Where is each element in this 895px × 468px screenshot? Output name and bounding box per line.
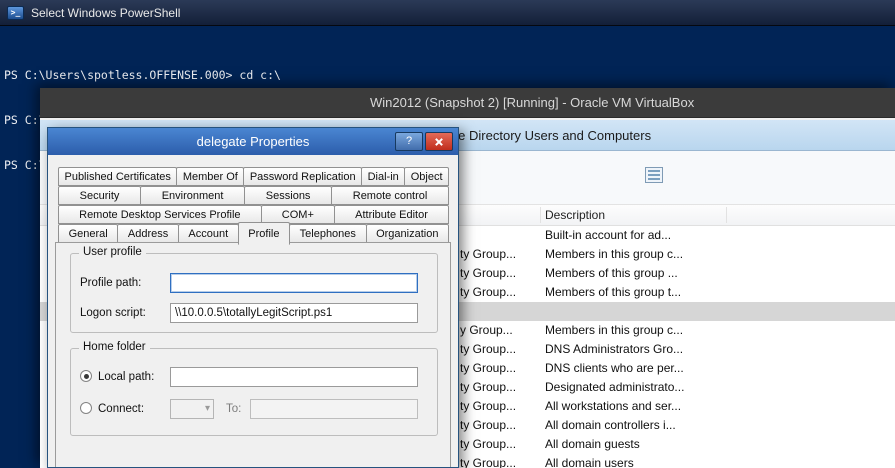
cell-description: Designated administrato...	[545, 380, 684, 394]
tab-address[interactable]: Address	[117, 224, 179, 243]
delegate-properties-dialog: delegate Properties ? Published Certific…	[47, 127, 459, 468]
cell-description: All domain controllers i...	[545, 418, 676, 432]
tab-dial-in[interactable]: Dial-in	[361, 167, 405, 186]
tab-sessions[interactable]: Sessions	[244, 186, 332, 205]
cell-type: ty Group...	[460, 399, 516, 413]
close-button[interactable]	[425, 132, 453, 151]
cell-description: All domain users	[545, 456, 634, 468]
profile-path-label: Profile path:	[80, 277, 141, 289]
tab-remote-desktop-services-profile[interactable]: Remote Desktop Services Profile	[58, 205, 262, 224]
local-path-input[interactable]	[170, 367, 418, 387]
console-line: PS C:\Users\spotless.OFFENSE.000> cd c:\	[4, 68, 895, 83]
help-button[interactable]: ?	[395, 132, 423, 151]
tab-profile[interactable]: Profile	[238, 222, 290, 245]
logon-script-label: Logon script:	[80, 307, 146, 319]
to-label: To:	[226, 403, 241, 415]
tab-remote-control[interactable]: Remote control	[331, 186, 449, 205]
home-folder-group: Home folder Local path: Connect: ▾ To:	[70, 348, 438, 436]
tab-environment[interactable]: Environment	[140, 186, 245, 205]
tab-password-replication[interactable]: Password Replication	[243, 167, 362, 186]
cell-type: ty Group...	[460, 456, 516, 468]
desktop: >_ Select Windows PowerShell PS C:\Users…	[0, 0, 895, 468]
cell-description: Members of this group t...	[545, 285, 681, 299]
column-divider	[726, 207, 727, 223]
user-profile-group-label: User profile	[79, 246, 146, 258]
home-folder-group-label: Home folder	[79, 341, 150, 353]
profile-path-input[interactable]	[170, 273, 418, 293]
user-profile-group: User profile Profile path: Logon script:	[70, 253, 438, 333]
profile-tab-panel: User profile Profile path: Logon script:…	[55, 242, 451, 467]
cell-type: ty Group...	[460, 418, 516, 432]
cell-type: ty Group...	[460, 437, 516, 451]
cell-type: ty Group...	[460, 380, 516, 394]
cell-description: Members in this group c...	[545, 323, 683, 337]
tab-object[interactable]: Object	[404, 167, 449, 186]
tab-published-certificates[interactable]: Published Certificates	[58, 167, 177, 186]
aduc-window-title: Active Directory Users and Computers	[430, 128, 651, 143]
list-view-icon[interactable]	[645, 167, 663, 183]
powershell-icon: >_	[7, 6, 24, 20]
connect-radio[interactable]	[80, 402, 92, 414]
tab-organization[interactable]: Organization	[366, 224, 450, 243]
chevron-down-icon: ▾	[205, 403, 210, 414]
connect-label: Connect:	[98, 403, 144, 415]
tab-security[interactable]: Security	[58, 186, 141, 205]
cell-description: All workstations and ser...	[545, 399, 681, 413]
local-path-radio[interactable]	[80, 370, 92, 382]
cell-type: ty Group...	[460, 361, 516, 375]
powershell-titlebar[interactable]: >_ Select Windows PowerShell	[0, 0, 895, 26]
cell-description: DNS Administrators Gro...	[545, 342, 683, 356]
logon-script-input[interactable]	[170, 303, 418, 323]
tab-telephones[interactable]: Telephones	[289, 224, 366, 243]
cell-type: y Group...	[460, 323, 513, 337]
cell-description: DNS clients who are per...	[545, 361, 684, 375]
local-path-label: Local path:	[98, 371, 154, 383]
tab-attribute-editor[interactable]: Attribute Editor	[334, 205, 449, 224]
cell-type: ty Group...	[460, 266, 516, 280]
virtualbox-window-title: Win2012 (Snapshot 2) [Running] - Oracle …	[370, 95, 694, 110]
tab-member-of[interactable]: Member Of	[176, 167, 244, 186]
column-divider	[540, 207, 541, 223]
cell-type: ty Group...	[460, 285, 516, 299]
cell-description: All domain guests	[545, 437, 640, 451]
cell-description: Built-in account for ad...	[545, 228, 671, 242]
powershell-window-title: Select Windows PowerShell	[31, 6, 180, 20]
connect-path-input[interactable]	[250, 399, 418, 419]
cell-type: ty Group...	[460, 247, 516, 261]
cell-description: Members of this group ...	[545, 266, 678, 280]
column-header-description[interactable]: Description	[545, 208, 605, 222]
cell-type: ty Group...	[460, 342, 516, 356]
tab-account[interactable]: Account	[178, 224, 239, 243]
dialog-title: delegate Properties	[197, 134, 310, 149]
virtualbox-titlebar[interactable]: Win2012 (Snapshot 2) [Running] - Oracle …	[40, 88, 895, 118]
dialog-tabs: Published Certificates Member Of Passwor…	[58, 167, 448, 243]
cell-description: Members in this group c...	[545, 247, 683, 261]
drive-letter-select[interactable]: ▾	[170, 399, 214, 419]
tab-general[interactable]: General	[58, 224, 118, 243]
